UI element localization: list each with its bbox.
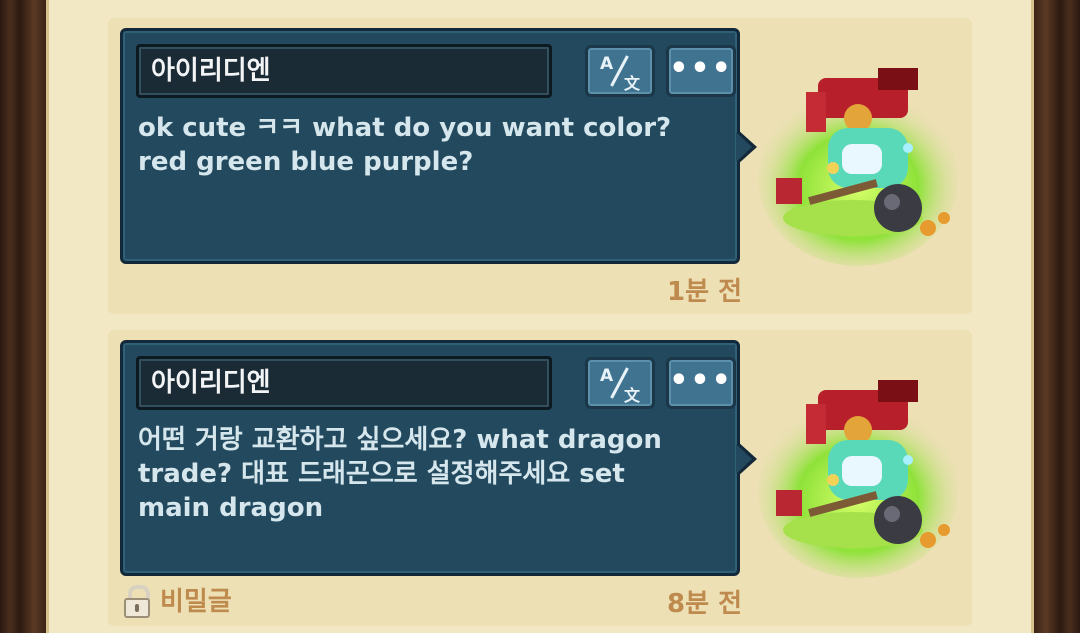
message-card: 아이리디엔 A 文 ••• 어떤 거랑 교환하고 싶으세요? what drag… — [108, 330, 972, 626]
message-timestamp: 1분 전 — [667, 277, 742, 307]
more-options-button[interactable]: ••• — [666, 45, 736, 97]
frame-border-right — [1034, 0, 1080, 633]
app-frame: 아이리디엔 A 文 ••• ok cute ㅋㅋ what do you wan… — [0, 0, 1080, 633]
lock-keyhole — [135, 604, 139, 612]
lock-icon — [122, 584, 152, 618]
translate-button[interactable]: A 文 — [585, 357, 655, 409]
secret-post-indicator: 비밀글 — [122, 584, 232, 620]
bubble-tail-inner — [736, 132, 752, 162]
message-text: 어떤 거랑 교환하고 싶으세요? what dragon trade? 대표 드… — [138, 425, 662, 523]
dragon-avatar-icon[interactable] — [758, 370, 970, 580]
author-name[interactable]: 아이리디엔 — [136, 356, 552, 410]
author-name[interactable]: 아이리디엔 — [136, 44, 552, 98]
translate-icon: A — [600, 366, 614, 386]
dragon-avatar-icon[interactable] — [758, 58, 970, 268]
more-icon: ••• — [669, 363, 733, 398]
translate-icon: A — [600, 54, 614, 74]
message-bubble: 아이리디엔 A 文 ••• ok cute ㅋㅋ what do you wan… — [120, 28, 757, 264]
secret-label: 비밀글 — [160, 587, 232, 617]
bubble-tail-inner — [736, 444, 752, 474]
more-options-button[interactable]: ••• — [666, 357, 736, 409]
more-icon: ••• — [669, 51, 733, 86]
translate-icon-glyph: 文 — [624, 74, 641, 93]
translate-button[interactable]: A 文 — [585, 45, 655, 97]
message-card: 아이리디엔 A 文 ••• ok cute ㅋㅋ what do you wan… — [108, 18, 972, 314]
translate-icon-glyph: 文 — [624, 386, 641, 405]
message-bubble: 아이리디엔 A 文 ••• 어떤 거랑 교환하고 싶으세요? what drag… — [120, 340, 757, 576]
message-timestamp: 8분 전 — [667, 589, 742, 619]
message-text: ok cute ㅋㅋ what do you want color? red g… — [138, 113, 672, 177]
frame-border-left — [0, 0, 46, 633]
